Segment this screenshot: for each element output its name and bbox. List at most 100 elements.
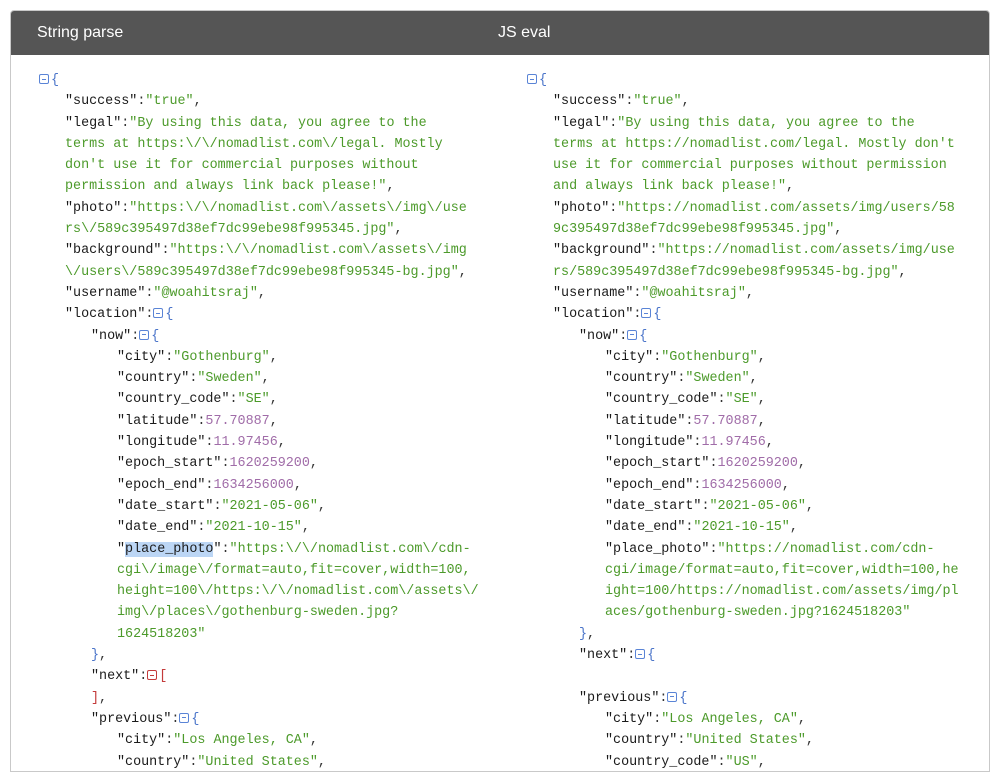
json-string: "SE" [726,392,758,407]
json-key: "country" [117,371,189,386]
js-eval-json-line: "date_end":"2021-10-15", [527,517,987,538]
json-string: "https://nomadlist.com/assets/img/use [657,243,954,258]
string-parse-json-line: "date_start":"2021-05-06", [39,496,499,517]
json-string: and always link back please!" [553,179,786,194]
json-string: "true" [145,94,193,109]
panel-header: String parse JS eval [11,11,989,55]
string-parse-json-line: "latitude":57.70887, [39,411,499,432]
js-eval-json-line: 9c395497d38ef7dc99ebe98f995345.jpg", [527,219,987,240]
string-parse-json-line: "date_end":"2021-10-15", [39,517,499,538]
string-parse-json-line: "username":"@woahitsraj", [39,283,499,304]
json-punct: , [194,94,202,109]
collapse-toggle-icon[interactable] [139,330,149,340]
string-parse-json-line: "city":"Gothenburg", [39,347,499,368]
json-punct: , [806,499,814,514]
json-string: "Gothenburg" [661,350,757,365]
json-punct: , [302,520,310,535]
collapse-toggle-icon[interactable] [527,74,537,84]
json-number: 1620259200 [230,456,310,471]
json-punct: , [310,733,318,748]
collapse-toggle-icon[interactable] [667,692,677,702]
json-punct: , [262,371,270,386]
json-key: "background" [65,243,161,258]
js-eval-header: JS eval [498,24,550,42]
json-key: "country_code" [605,392,718,407]
js-eval-json-line: "location":{ [527,304,987,325]
json-punct: : [230,392,238,407]
collapse-toggle-icon[interactable] [147,670,157,680]
string-parse-json-line: 1624518203" [39,624,499,645]
json-string: "Los Angeles, CA" [173,733,310,748]
collapse-toggle-icon[interactable] [641,308,651,318]
json-key: "success" [65,94,137,109]
json-punct: : [709,456,717,471]
json-key: "city" [117,733,165,748]
string-parse-json-line: img\/places\/gothenburg-sweden.jpg? [39,602,499,623]
js-eval-json-line: "background":"https://nomadlist.com/asse… [527,240,987,261]
collapse-toggle-icon[interactable] [179,713,189,723]
js-eval-json-line: cgi/image/format=auto,fit=cover,width=10… [527,560,987,581]
json-punct: , [270,350,278,365]
json-key: "previous" [91,712,171,727]
json-key: "date_start" [605,499,701,514]
json-string: "2021-10-15" [693,520,789,535]
json-number: 1620259200 [718,456,798,471]
json-key: "epoch_end" [117,478,205,493]
json-string: "2021-10-15" [205,520,301,535]
json-bracket: [ [159,669,167,684]
js-eval-json-line: "date_start":"2021-05-06", [527,496,987,517]
json-brace: { [191,712,199,727]
json-string: terms at https://nomadlist.com/legal. Mo… [553,137,955,152]
js-eval-json-line: and always link back please!", [527,176,987,197]
json-string: "https:\/\/nomadlist.com\/cdn- [230,542,471,557]
json-string: "By using this data, you agree to the [617,116,914,131]
string-parse-json-line: permission and always link back please!"… [39,176,499,197]
json-string: 1624518203" [117,627,205,642]
json-punct: : [139,669,147,684]
js-eval-json-line: terms at https://nomadlist.com/legal. Mo… [527,134,987,155]
string-parse-json-line: \/users\/589c395497d38ef7dc99ebe98f99534… [39,262,499,283]
json-key: "city" [605,712,653,727]
json-punct: : [221,456,229,471]
js-eval-json-line: "previous":{ [527,688,987,709]
json-punct: , [587,627,595,642]
json-key: "city" [605,350,653,365]
json-punct: , [386,179,394,194]
string-parse-json-view: {"success":"true","legal":"By using this… [39,70,499,772]
json-punct: : [627,648,635,663]
json-number: 11.97456 [701,435,765,450]
json-brace: { [51,73,59,88]
json-key: "date_end" [605,520,685,535]
json-brace: { [165,307,173,322]
json-key: "location" [553,307,633,322]
json-string: "2021-05-06" [709,499,805,514]
js-eval-json-line: "success":"true", [527,91,987,112]
string-parse-json-line: "background":"https:\/\/nomadlist.com\/a… [39,240,499,261]
json-string: "https://nomadlist.com/assets/img/users/… [617,201,955,216]
json-key: "country" [605,371,677,386]
collapse-toggle-icon[interactable] [153,308,163,318]
json-punct: , [746,286,754,301]
json-string: img\/places\/gothenburg-sweden.jpg? [117,605,398,620]
json-string: rs/589c395497d38ef7dc99ebe98f995345-bg.j… [553,265,899,280]
json-string: "Sweden" [197,371,261,386]
collapse-toggle-icon[interactable] [635,649,645,659]
json-string: don't use it for commercial purposes wit… [65,158,419,173]
string-parse-json-line: "location":{ [39,304,499,325]
json-brace: { [539,73,547,88]
json-string: cgi\/image\/format=auto,fit=cover,width=… [117,563,471,578]
string-parse-json-line: "now":{ [39,326,499,347]
json-key: "place_photo" [605,542,709,557]
json-key: "username" [65,286,145,301]
js-eval-json-line: { [527,70,987,91]
collapse-toggle-icon[interactable] [39,74,49,84]
json-key: "date_start" [117,499,213,514]
js-eval-json-line: rs/589c395497d38ef7dc99ebe98f995345-bg.j… [527,262,987,283]
json-bracket: ] [91,691,99,706]
collapse-toggle-icon[interactable] [627,330,637,340]
js-eval-json-line: "longitude":11.97456, [527,432,987,453]
json-key: "country_code" [605,755,718,770]
js-eval-json-line: "latitude":57.70887, [527,411,987,432]
string-parse-json-line: }, [39,645,499,666]
json-punct: , [270,414,278,429]
